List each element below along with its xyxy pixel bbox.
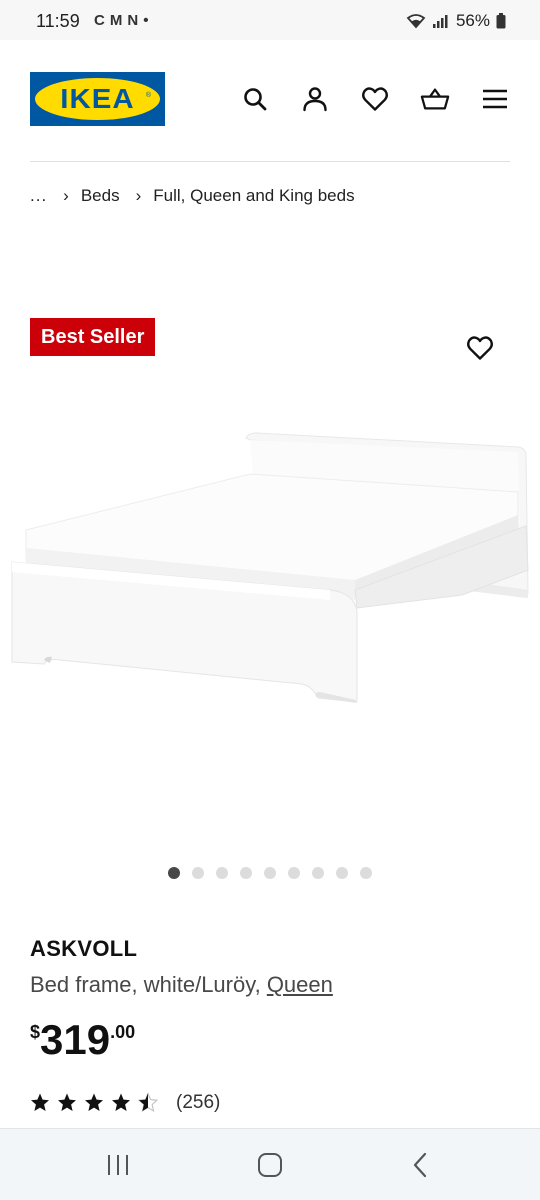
carousel-dot[interactable] [216,867,228,879]
breadcrumb-item-full-queen-king-beds[interactable]: Full, Queen and King beds [153,186,354,206]
product-name: ASKVOLL [30,936,138,961]
ikea-logo[interactable]: IKEA ® [30,72,165,126]
product-description: Bed frame, white/Luröy, Queen [30,972,333,998]
price-currency: $ [30,1022,41,1042]
rating-count[interactable]: (256) [176,1092,220,1114]
star-rating-icon [31,1093,158,1112]
menu-icon[interactable] [480,84,510,114]
carousel-dot[interactable] [288,867,300,879]
chevron-right-icon: › [135,186,142,205]
product-price: $ 319 .00 [30,1016,135,1064]
status-bar: 11:59 C M N • 56% [0,0,540,40]
back-icon[interactable] [400,1147,440,1183]
carousel-dot[interactable] [168,867,180,879]
carousel-dot[interactable] [336,867,348,879]
battery-percent: 56% [455,11,490,30]
product-description-text: Bed frame, white/Luröy, [30,972,267,997]
carousel-dot[interactable] [192,867,204,879]
more-notifications-icon: • [143,12,149,29]
basket-icon[interactable] [420,84,450,114]
gmail-icon: M [109,12,123,29]
image-carousel-dots [168,867,372,879]
site-header: IKEA ® [0,40,540,162]
app-c-icon: C [94,12,105,29]
home-icon[interactable] [250,1147,290,1183]
breadcrumb-ellipsis[interactable]: ... [30,186,47,206]
product-rating[interactable]: (256) [30,1092,220,1114]
carousel-dot[interactable] [312,867,324,879]
signal-icon [432,15,448,28]
heart-icon [467,336,493,360]
carousel-dot[interactable] [240,867,252,879]
status-right: 56% [406,11,506,31]
header-divider [30,161,510,162]
netflix-icon: N [127,12,139,29]
system-navigation-bar [0,1128,540,1200]
favorites-icon[interactable] [360,84,390,114]
chevron-right-icon: › [63,186,69,205]
carousel-dot[interactable] [264,867,276,879]
battery-icon [496,13,506,29]
product-image[interactable] [0,380,540,840]
account-icon[interactable] [300,84,330,114]
wifi-icon [406,14,426,29]
best-seller-badge: Best Seller [30,318,156,356]
price-integer: 319 [40,1016,111,1063]
size-link[interactable]: Queen [267,972,333,997]
logo-text: IKEA [60,83,135,114]
status-time: 11:59 [36,11,80,31]
status-notification-icons: C M N • [94,12,148,29]
carousel-dot[interactable] [360,867,372,879]
search-icon[interactable] [240,84,270,114]
price-decimal: .00 [110,1022,136,1042]
breadcrumb: ... › Beds › Full, Queen and King beds [30,186,355,206]
breadcrumb-item-beds[interactable]: Beds [81,186,120,206]
recent-apps-icon[interactable] [98,1147,138,1183]
add-to-favorites-button[interactable] [464,332,496,364]
